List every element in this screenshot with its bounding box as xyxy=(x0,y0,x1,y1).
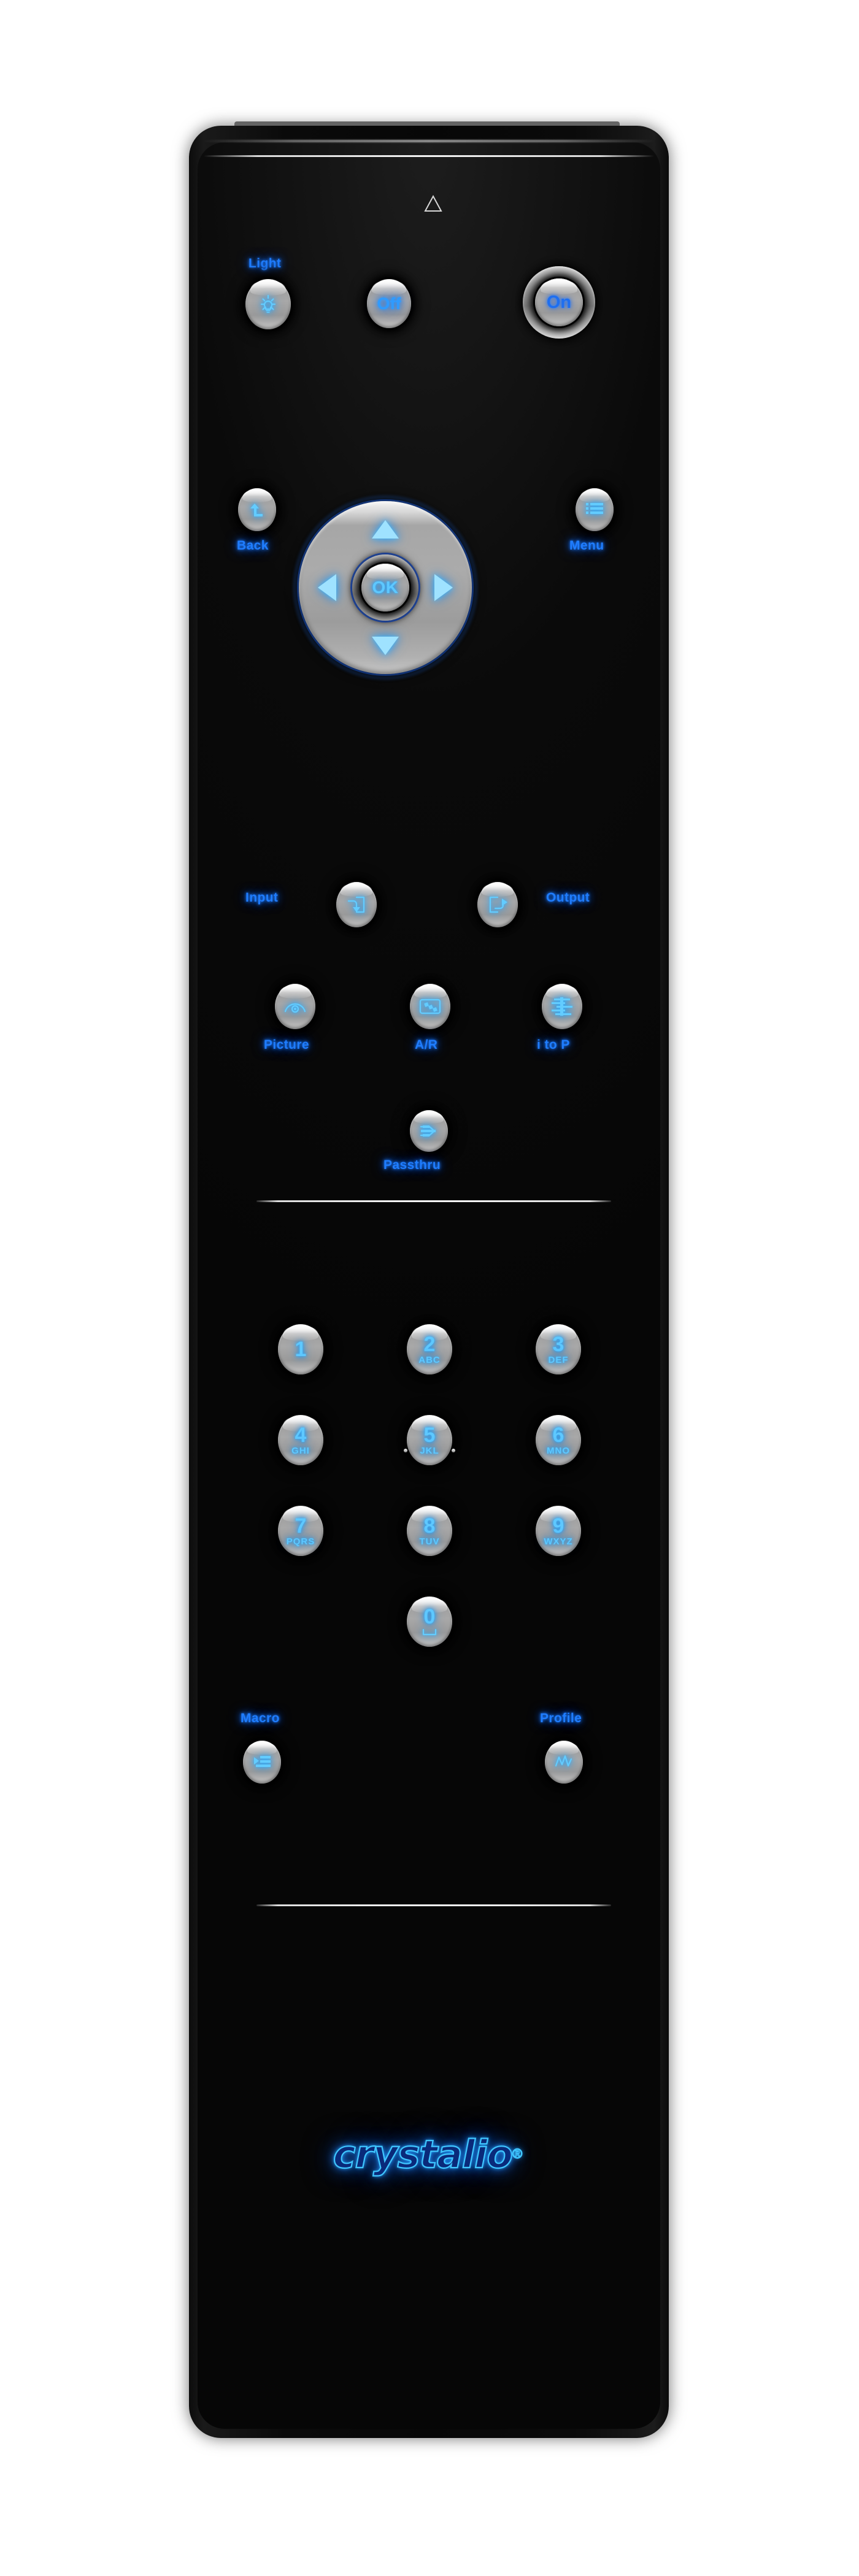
key-6-letters: MNO xyxy=(547,1446,570,1456)
remote-faceplate xyxy=(198,142,660,2429)
key-8-letters: TUV xyxy=(419,1536,440,1547)
i-to-p-label: i to P xyxy=(537,1038,570,1052)
macro-icon xyxy=(254,1756,271,1767)
key-2[interactable]: 2 ABC xyxy=(407,1324,452,1374)
output-button[interactable] xyxy=(477,882,518,927)
divider-lower xyxy=(256,1904,611,1906)
off-label: Off xyxy=(377,294,401,313)
key-3-digit: 3 xyxy=(552,1333,564,1356)
key-9[interactable]: 9 WXYZ xyxy=(536,1506,581,1556)
key-1[interactable]: 1 xyxy=(278,1324,323,1374)
key-2-letters: ABC xyxy=(418,1355,441,1365)
input-arrow-icon xyxy=(347,896,365,913)
aspect-ratio-icon xyxy=(419,999,441,1014)
bezel-seam xyxy=(202,140,655,142)
off-button[interactable]: Off xyxy=(367,279,411,328)
key-0-digit: 0 xyxy=(423,1605,436,1628)
profile-button[interactable] xyxy=(545,1741,583,1784)
key-0[interactable]: 0 xyxy=(407,1597,452,1647)
passthru-label: Passthru xyxy=(383,1158,441,1172)
i-to-p-button[interactable] xyxy=(542,984,582,1029)
aspect-ratio-label: A/R xyxy=(415,1038,438,1052)
key-3-letters: DEF xyxy=(548,1355,569,1365)
key-7-digit: 7 xyxy=(295,1514,307,1538)
brand-registered-mark: ® xyxy=(512,2145,523,2161)
key-4[interactable]: 4 GHI xyxy=(278,1415,323,1465)
aspect-ratio-button[interactable] xyxy=(410,984,450,1029)
ok-button[interactable]: OK xyxy=(361,564,409,611)
arrow-down-icon[interactable] xyxy=(372,637,399,655)
divider-upper xyxy=(256,1200,611,1202)
back-button[interactable] xyxy=(238,488,276,531)
input-label: Input xyxy=(245,891,279,905)
space-bar-icon xyxy=(422,1629,437,1636)
back-label: Back xyxy=(237,539,269,553)
brand-logo: crystalio ® xyxy=(274,2117,581,2191)
arrow-up-icon[interactable] xyxy=(372,520,399,539)
on-label: On xyxy=(546,292,572,312)
key-5-tactile-dot-1 xyxy=(404,1449,407,1452)
interlace-to-progressive-icon xyxy=(552,997,572,1016)
ok-label: OK xyxy=(372,578,399,597)
key-8[interactable]: 8 TUV xyxy=(407,1506,452,1556)
menu-button[interactable] xyxy=(576,488,614,531)
output-arrow-icon xyxy=(489,896,507,913)
face-top-highlight xyxy=(204,155,654,157)
macro-button[interactable] xyxy=(243,1741,281,1784)
passthru-button[interactable] xyxy=(410,1110,448,1152)
lightbulb-icon xyxy=(260,294,276,313)
brand-logo-text: crystalio xyxy=(333,2131,514,2177)
key-9-letters: WXYZ xyxy=(544,1536,573,1547)
key-6[interactable]: 6 MNO xyxy=(536,1415,581,1465)
on-button[interactable]: On xyxy=(535,278,583,326)
menu-list-icon xyxy=(586,503,603,514)
key-4-letters: GHI xyxy=(291,1446,310,1456)
picture-button[interactable] xyxy=(275,984,315,1029)
output-label: Output xyxy=(546,891,590,905)
waveform-icon xyxy=(555,1755,572,1767)
key-5-digit: 5 xyxy=(423,1424,436,1447)
eye-icon xyxy=(284,1003,306,1013)
key-9-digit: 9 xyxy=(552,1514,564,1538)
menu-label: Menu xyxy=(569,539,604,553)
arrow-left-icon[interactable] xyxy=(318,574,336,601)
key-7[interactable]: 7 PQRS xyxy=(278,1506,323,1556)
profile-label: Profile xyxy=(540,1711,582,1725)
key-5-tactile-dot-2 xyxy=(452,1449,455,1452)
arrow-right-icon[interactable] xyxy=(434,574,453,601)
key-3[interactable]: 3 DEF xyxy=(536,1324,581,1374)
triangle-orientation-icon xyxy=(424,195,442,212)
passthru-arrow-icon xyxy=(420,1125,436,1137)
key-5[interactable]: 5 JKL xyxy=(407,1415,452,1465)
key-1-digit: 1 xyxy=(295,1338,307,1361)
key-7-letters: PQRS xyxy=(286,1536,315,1547)
key-5-letters: JKL xyxy=(420,1446,439,1456)
back-arrow-icon xyxy=(250,504,263,516)
key-4-digit: 4 xyxy=(295,1424,307,1447)
key-6-digit: 6 xyxy=(552,1424,564,1447)
light-label: Light xyxy=(248,256,282,270)
light-button[interactable] xyxy=(245,279,291,329)
key-8-digit: 8 xyxy=(423,1514,436,1538)
input-button[interactable] xyxy=(336,882,377,927)
key-2-digit: 2 xyxy=(423,1333,436,1356)
picture-label: Picture xyxy=(264,1038,309,1052)
macro-label: Macro xyxy=(241,1711,280,1725)
